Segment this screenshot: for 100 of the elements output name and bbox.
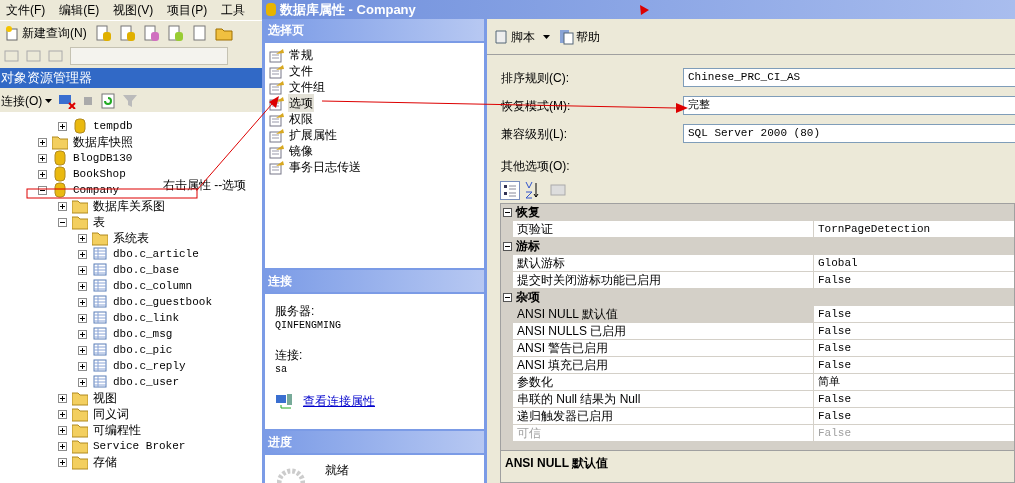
expand-icon[interactable] <box>78 345 87 355</box>
property-name[interactable]: ANSI 警告已启用 <box>513 340 814 357</box>
tree-item[interactable]: 视图 <box>93 389 117 407</box>
tree-item[interactable]: 系统表 <box>113 229 149 247</box>
tree-item[interactable]: dbo.c_pic <box>113 341 173 359</box>
page-item[interactable]: 权限 <box>288 110 314 128</box>
tree-item[interactable]: 数据库快照 <box>73 133 133 151</box>
page-item[interactable]: 扩展属性 <box>288 126 338 144</box>
tree-item[interactable]: dbo.c_link <box>113 309 179 327</box>
connect-button[interactable]: 连接(O) <box>1 92 53 110</box>
property-value[interactable]: False <box>814 408 1014 425</box>
collapse-icon[interactable] <box>503 207 512 217</box>
property-name[interactable]: ANSI NULLS 已启用 <box>513 323 814 340</box>
view-connection-properties-link[interactable]: 查看连接属性 <box>303 392 375 410</box>
tree-item[interactable]: dbo.c_reply <box>113 357 186 375</box>
help-button[interactable]: 帮助 <box>558 27 600 46</box>
categorized-icon[interactable] <box>500 180 520 200</box>
property-name[interactable]: 串联的 Null 结果为 Null <box>513 391 814 408</box>
collapse-icon[interactable] <box>503 292 512 302</box>
folder-icon <box>72 438 88 454</box>
page-item[interactable]: 文件组 <box>288 78 326 96</box>
new-query-button[interactable]: 新建查询(N) <box>4 23 89 42</box>
sort-alphabetical-icon[interactable] <box>524 181 540 199</box>
expand-icon[interactable] <box>78 313 87 323</box>
tree-item[interactable]: 同义词 <box>93 405 129 423</box>
input-field[interactable]: Chinese_PRC_CI_AS <box>683 68 1015 87</box>
property-name[interactable]: 参数化 <box>513 374 814 391</box>
menu-item[interactable]: 编辑(E) <box>59 1 100 19</box>
property-name[interactable]: 默认游标 <box>513 255 814 272</box>
expand-icon[interactable] <box>78 249 87 259</box>
page-item[interactable]: 文件 <box>288 62 314 80</box>
tree-item[interactable]: dbo.c_base <box>113 261 179 279</box>
property-value[interactable]: False <box>814 357 1014 374</box>
disconnect-icon[interactable] <box>58 93 77 109</box>
property-value[interactable]: False <box>814 323 1014 340</box>
property-name[interactable]: ANSI 填充已启用 <box>513 357 814 374</box>
expand-icon[interactable] <box>78 265 87 275</box>
tree-item[interactable]: dbo.c_column <box>113 277 193 295</box>
property-value[interactable]: False <box>814 391 1014 408</box>
tree-item[interactable]: dbo.c_msg <box>113 325 173 343</box>
expand-icon[interactable] <box>58 393 67 403</box>
arrowhead <box>640 5 649 15</box>
collapse-icon[interactable] <box>503 241 512 251</box>
page-item[interactable]: 镜像 <box>288 142 314 160</box>
database-file-icon[interactable] <box>142 23 161 42</box>
expand-icon[interactable] <box>58 201 67 211</box>
tree-item[interactable]: tempdb <box>93 117 133 135</box>
expand-icon[interactable] <box>78 329 87 339</box>
caret-icon[interactable] <box>543 34 550 39</box>
property-name[interactable]: 提交时关闭游标功能已启用 <box>513 272 814 289</box>
tree-item[interactable]: Company <box>73 181 120 199</box>
property-value[interactable]: False <box>814 340 1014 357</box>
expand-icon[interactable] <box>38 169 47 179</box>
expand-icon[interactable] <box>58 441 67 451</box>
tree-item[interactable]: 可编程性 <box>93 421 141 439</box>
property-value[interactable]: False <box>814 306 1014 323</box>
page-item[interactable]: 事务日志传送 <box>288 158 362 176</box>
collapse-icon[interactable] <box>38 185 47 195</box>
page-item[interactable]: 常规 <box>288 46 314 64</box>
tree-item[interactable]: dbo.c_user <box>113 373 179 391</box>
tree-item[interactable]: 数据库关系图 <box>93 197 165 215</box>
expand-icon[interactable] <box>58 121 67 131</box>
expand-icon[interactable] <box>78 361 87 371</box>
tree-item[interactable]: dbo.c_article <box>113 245 199 263</box>
page-item[interactable]: 选项 <box>288 94 314 112</box>
dropdown-field[interactable] <box>70 47 228 65</box>
menu-item[interactable]: 项目(P) <box>167 1 208 19</box>
property-value[interactable]: False <box>814 272 1014 289</box>
tree-item[interactable]: 存储 <box>93 453 117 471</box>
menu-item[interactable]: 视图(V) <box>113 1 154 19</box>
menu-item[interactable]: 文件(F) <box>6 1 46 19</box>
table-icon <box>92 310 108 326</box>
folder-icon <box>72 214 88 230</box>
tree-item[interactable]: BookShop <box>73 165 126 183</box>
tree-item[interactable]: Service Broker <box>93 437 186 455</box>
input-field[interactable]: SQL Server 2000 (80) <box>683 124 1015 143</box>
expand-icon[interactable] <box>58 425 67 435</box>
property-name[interactable]: 递归触发器已启用 <box>513 408 814 425</box>
expand-icon[interactable] <box>78 377 87 387</box>
expand-icon[interactable] <box>78 233 87 243</box>
expand-icon[interactable] <box>78 281 87 291</box>
refresh-icon[interactable] <box>100 93 117 109</box>
tree-item[interactable]: 表 <box>93 213 105 231</box>
property-value[interactable]: TornPageDetection <box>814 221 1014 238</box>
expand-icon[interactable] <box>58 457 67 467</box>
script-button[interactable]: 脚本 <box>493 27 535 46</box>
input-field[interactable]: 完整 <box>683 96 1015 115</box>
menu-item[interactable]: 工具 <box>221 1 246 19</box>
page-icon <box>269 127 285 143</box>
expand-icon[interactable] <box>38 153 47 163</box>
tree-item[interactable]: BlogDB130 <box>73 149 133 167</box>
category-label: 恢复 <box>516 204 540 221</box>
tree-item[interactable]: dbo.c_guestbook <box>113 293 213 311</box>
property-value[interactable]: Global <box>814 255 1014 272</box>
collapse-icon[interactable] <box>58 217 67 227</box>
expand-icon[interactable] <box>78 297 87 307</box>
expand-icon[interactable] <box>58 409 67 419</box>
expand-icon[interactable] <box>38 137 47 147</box>
property-value[interactable]: 简单 <box>814 374 1014 391</box>
property-name[interactable]: 页验证 <box>513 221 814 238</box>
